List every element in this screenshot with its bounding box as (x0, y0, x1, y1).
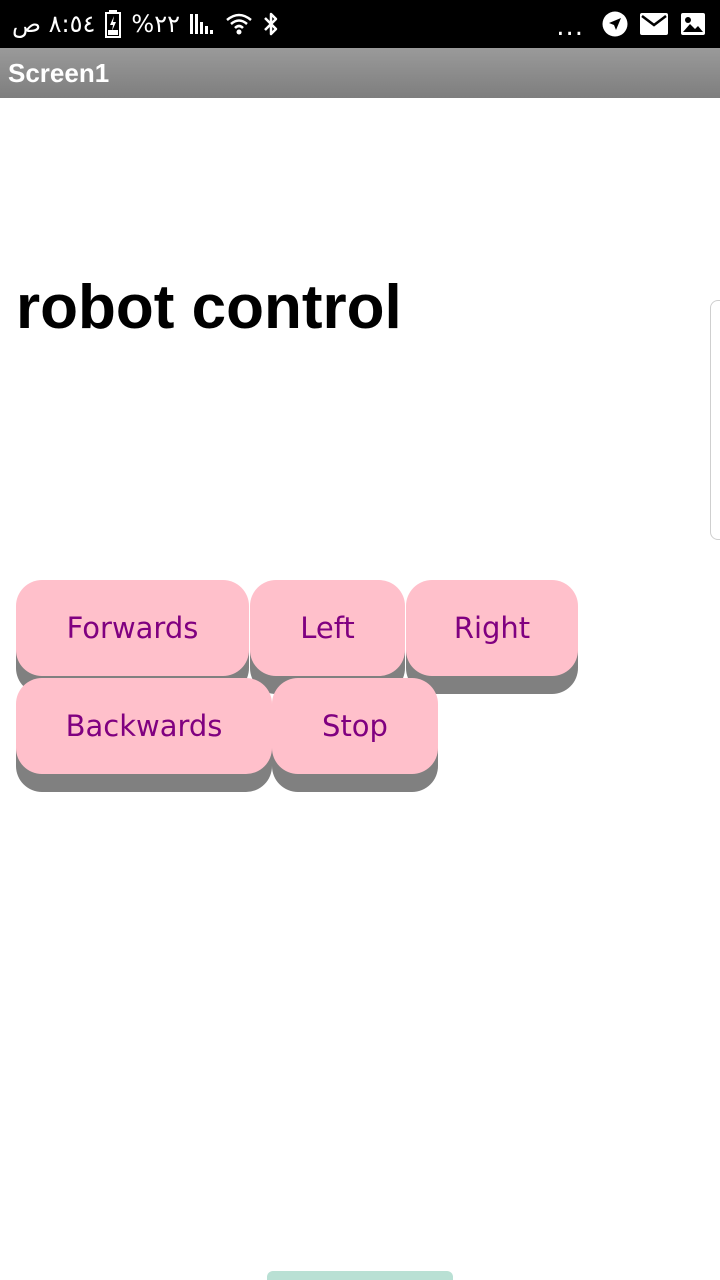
signal-icon (190, 12, 216, 36)
image-icon (680, 12, 706, 36)
screen-title: Screen1 (8, 58, 110, 88)
backwards-button[interactable]: Backwards (16, 678, 272, 774)
page-heading: robot control (16, 273, 402, 342)
mail-icon (640, 13, 668, 35)
navigation-icon (602, 11, 628, 37)
status-right-group: ... (556, 0, 706, 48)
bluetooth-icon (262, 11, 280, 37)
wifi-icon (226, 12, 252, 36)
status-bar: ٨:٥٤ ص %٢٢ ... (0, 0, 720, 48)
status-left-group: ٨:٥٤ ص %٢٢ (12, 0, 280, 48)
status-time: ٨:٥٤ ص (12, 10, 96, 38)
forwards-button[interactable]: Forwards (16, 580, 249, 676)
stop-button[interactable]: Stop (272, 678, 438, 774)
right-button[interactable]: Right (406, 580, 578, 676)
battery-percent: %٢٢ (131, 10, 181, 38)
battery-icon (105, 10, 122, 38)
app-title-bar: Screen1 (0, 48, 720, 98)
side-edge-tab[interactable] (710, 300, 720, 540)
more-dots-icon: ... (556, 12, 584, 42)
bottom-handle[interactable] (267, 1271, 453, 1280)
left-button[interactable]: Left (250, 580, 405, 676)
